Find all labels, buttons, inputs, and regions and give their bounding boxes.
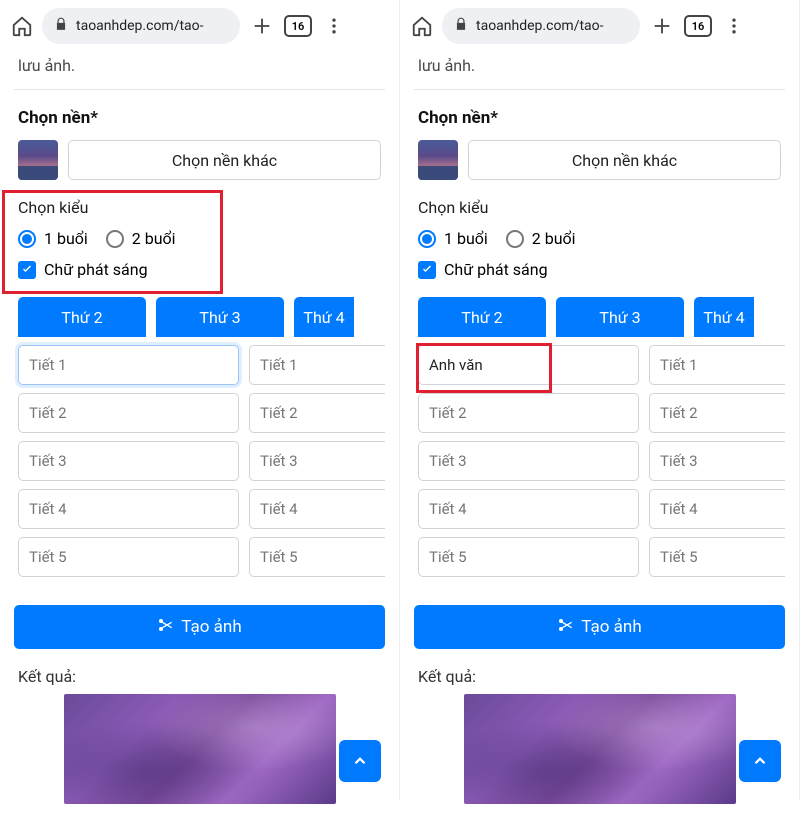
day-tab-wed[interactable]: Thứ 4	[694, 297, 754, 337]
glow-text-checkbox[interactable]: Chữ phát sáng	[18, 260, 381, 279]
glow-text-checkbox[interactable]: Chữ phát sáng	[418, 260, 781, 279]
tab-count[interactable]: 16	[684, 15, 712, 37]
browser-bar: taoanhdep.com/tao- 16	[0, 0, 399, 52]
checkbox-label: Chữ phát sáng	[444, 260, 548, 279]
style-section: Chọn kiểu 1 buổi 2 buổi Chữ phát sáng	[414, 198, 785, 279]
url-text: taoanhdep.com/tao-	[476, 18, 604, 34]
radio-icon	[418, 230, 436, 248]
period-input[interactable]	[18, 537, 239, 577]
radio-icon	[506, 230, 524, 248]
create-button-label: Tạo ảnh	[181, 617, 241, 637]
style-label: Chọn kiểu	[18, 198, 381, 217]
scissors-icon	[557, 617, 573, 638]
radio-label: 1 buổi	[44, 229, 88, 248]
create-image-button[interactable]: Tạo ảnh	[14, 605, 385, 649]
result-label: Kết quả:	[18, 667, 381, 686]
period-input[interactable]	[18, 393, 239, 433]
background-thumbnail[interactable]	[418, 140, 458, 180]
period-input[interactable]	[18, 345, 239, 385]
period-input[interactable]	[249, 345, 385, 385]
lock-icon	[54, 17, 68, 35]
background-label: Chọn nền*	[18, 108, 381, 128]
period-input[interactable]	[249, 393, 385, 433]
period-input[interactable]	[418, 441, 639, 481]
session-radio-group: 1 buổi 2 buổi	[418, 229, 781, 248]
period-input[interactable]	[418, 537, 639, 577]
period-input[interactable]	[249, 537, 385, 577]
lock-icon	[454, 17, 468, 35]
background-thumbnail[interactable]	[18, 140, 58, 180]
checkbox-label: Chữ phát sáng	[44, 260, 148, 279]
period-input[interactable]	[649, 489, 785, 529]
day-tab-mon[interactable]: Thứ 2	[418, 297, 546, 337]
divider	[414, 89, 785, 90]
divider	[14, 89, 385, 90]
radio-1-session[interactable]: 1 buổi	[18, 229, 88, 248]
style-section: Chọn kiểu 1 buổi 2 buổi Chữ phát sáng	[14, 198, 385, 279]
screenshot-right: taoanhdep.com/tao- 16 lưu ảnh. Chọn nền*…	[400, 0, 800, 800]
page-content: lưu ảnh. Chọn nền* Chọn nền khác Chọn ki…	[0, 52, 399, 818]
page-content: lưu ảnh. Chọn nền* Chọn nền khác Chọn ki…	[400, 52, 799, 818]
period-input[interactable]	[418, 345, 639, 385]
background-row: Chọn nền khác	[14, 140, 385, 180]
period-input[interactable]	[418, 489, 639, 529]
timetable: Thứ 2 Thứ 3 Thứ 4	[410, 297, 785, 585]
url-bar[interactable]: taoanhdep.com/tao-	[42, 8, 240, 44]
home-icon[interactable]	[408, 12, 436, 40]
url-text: taoanhdep.com/tao-	[76, 18, 204, 34]
period-input[interactable]	[649, 441, 785, 481]
background-label: Chọn nền*	[418, 108, 781, 128]
radio-label: 2 buổi	[132, 229, 176, 248]
choose-background-button[interactable]: Chọn nền khác	[468, 140, 781, 180]
url-bar[interactable]: taoanhdep.com/tao-	[442, 8, 640, 44]
background-row: Chọn nền khác	[414, 140, 785, 180]
menu-icon[interactable]	[318, 10, 350, 42]
scroll-to-top-button[interactable]	[739, 740, 781, 782]
period-input[interactable]	[18, 441, 239, 481]
menu-icon[interactable]	[718, 10, 750, 42]
period-input[interactable]	[649, 345, 785, 385]
timetable: Thứ 2 Thứ 3 Thứ 4	[10, 297, 385, 585]
day-tab-tue[interactable]: Thứ 3	[156, 297, 284, 337]
style-label: Chọn kiểu	[418, 198, 781, 217]
scissors-icon	[157, 617, 173, 638]
result-image	[464, 694, 736, 804]
day-tab-wed[interactable]: Thứ 4	[294, 297, 354, 337]
truncated-text: lưu ảnh.	[414, 52, 785, 89]
day-header-row: Thứ 2 Thứ 3 Thứ 4	[12, 297, 385, 337]
result-label: Kết quả:	[418, 667, 781, 686]
day-tab-mon[interactable]: Thứ 2	[18, 297, 146, 337]
truncated-text: lưu ảnh.	[14, 52, 385, 89]
radio-2-session[interactable]: 2 buổi	[506, 229, 576, 248]
checkbox-icon	[418, 261, 436, 279]
tab-count[interactable]: 16	[284, 15, 312, 37]
browser-bar: taoanhdep.com/tao- 16	[400, 0, 799, 52]
screenshot-left: taoanhdep.com/tao- 16 lưu ảnh. Chọn nền*…	[0, 0, 400, 800]
scroll-to-top-button[interactable]	[339, 740, 381, 782]
radio-2-session[interactable]: 2 buổi	[106, 229, 176, 248]
radio-icon	[18, 230, 36, 248]
session-radio-group: 1 buổi 2 buổi	[18, 229, 381, 248]
period-input[interactable]	[249, 441, 385, 481]
choose-background-button[interactable]: Chọn nền khác	[68, 140, 381, 180]
period-input[interactable]	[18, 489, 239, 529]
home-icon[interactable]	[8, 12, 36, 40]
period-input[interactable]	[649, 537, 785, 577]
create-image-button[interactable]: Tạo ảnh	[414, 605, 785, 649]
day-header-row: Thứ 2 Thứ 3 Thứ 4	[412, 297, 785, 337]
period-input[interactable]	[649, 393, 785, 433]
day-tab-tue[interactable]: Thứ 3	[556, 297, 684, 337]
create-button-label: Tạo ảnh	[581, 617, 641, 637]
radio-label: 2 buổi	[532, 229, 576, 248]
checkbox-icon	[18, 261, 36, 279]
radio-icon	[106, 230, 124, 248]
radio-label: 1 buổi	[444, 229, 488, 248]
result-image	[64, 694, 336, 804]
radio-1-session[interactable]: 1 buổi	[418, 229, 488, 248]
new-tab-icon[interactable]	[246, 10, 278, 42]
period-input[interactable]	[249, 489, 385, 529]
period-input[interactable]	[418, 393, 639, 433]
new-tab-icon[interactable]	[646, 10, 678, 42]
